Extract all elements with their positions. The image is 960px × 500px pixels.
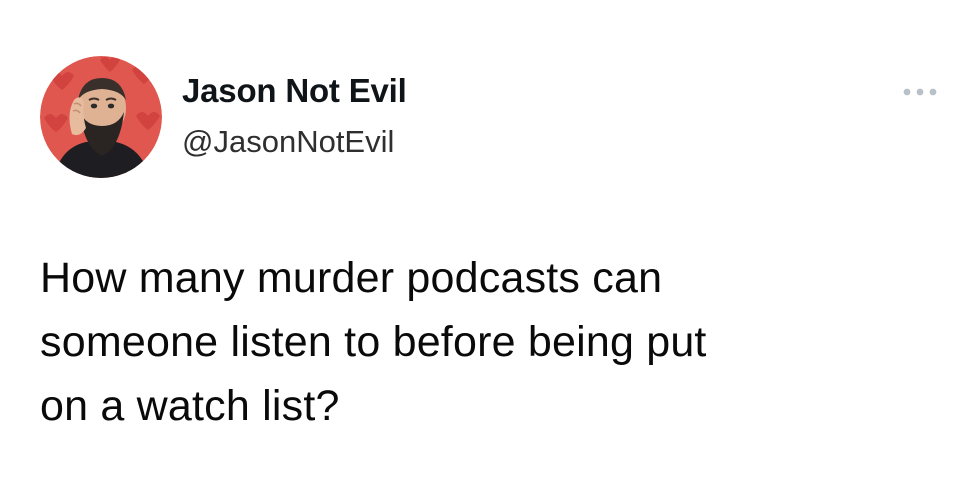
tweet-text-line: someone listen to before being put [40, 318, 707, 366]
tweet-text-line: How many murder podcasts can [40, 254, 663, 302]
tweet-text: How many murder podcasts can someone lis… [40, 246, 940, 438]
author-display-name[interactable]: Jason Not Evil [182, 72, 407, 110]
more-options-icon [903, 88, 937, 96]
profile-photo-icon [40, 56, 162, 178]
avatar[interactable] [40, 56, 162, 178]
tweet-card: Jason Not Evil @JasonNotEvil How many mu… [0, 0, 960, 500]
more-options-button[interactable] [898, 78, 942, 106]
author-handle[interactable]: @JasonNotEvil [182, 124, 394, 160]
tweet-text-line: on a watch list? [40, 382, 340, 430]
